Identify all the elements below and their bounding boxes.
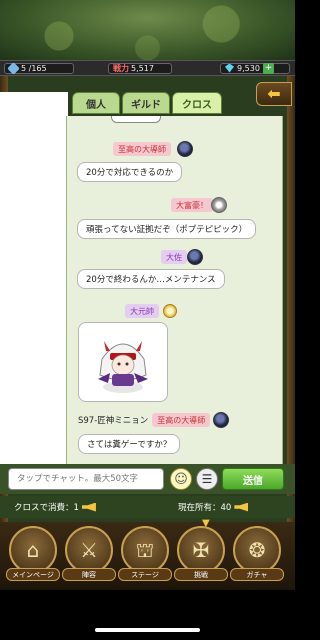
cost-owned-label: 現在所有：40 (178, 503, 232, 513)
sender-server-name: S97-匠神ミニョン (78, 416, 149, 426)
partial-sticker (111, 116, 161, 123)
tab-personal[interactable]: 個人 (72, 92, 120, 114)
chat-panel: 個人 ギルド クロス ⬅ 至高の大導師 20分で対応できるのか 大富豪！ 頑張っ… (0, 76, 295, 522)
nav-main-page[interactable]: ⌂ メインページ (6, 526, 60, 586)
sender-name: 大元帥 (125, 304, 159, 318)
gacha-orbs-icon: ❂ (248, 538, 266, 562)
chat-message: 頑張ってない証拠だぞ（ポプテピピック） (77, 219, 257, 239)
tab-cross[interactable]: クロス (172, 92, 222, 114)
nav-label: 陣容 (62, 568, 116, 581)
list-icon: ☰ (201, 472, 213, 486)
sender-row: S97-匠神ミニョン 至高の大導師 (78, 412, 230, 428)
sticker-image (78, 322, 168, 402)
stamina-value: 5 /165 (21, 63, 47, 73)
formation-icon: ⚔ (80, 538, 98, 562)
horn-icon (234, 502, 249, 512)
chibi-character-sticker (98, 341, 148, 393)
gem-stat: 9,530 + (220, 62, 290, 74)
send-button[interactable]: 送信 (222, 468, 284, 490)
add-gems-button[interactable]: + (262, 62, 274, 74)
sender-name: 大佐 (161, 250, 187, 264)
avatar[interactable] (211, 197, 227, 213)
back-arrow-icon: ⬅ (267, 84, 281, 103)
nav-label: メインページ (6, 568, 60, 581)
nav-formation[interactable]: ⚔ 陣容 (62, 526, 116, 586)
smiley-icon: ☺ (174, 471, 188, 487)
stamina-icon (7, 61, 20, 75)
nav-challenge[interactable]: ✠ 挑戦 (174, 526, 228, 586)
frame-right (287, 76, 295, 522)
nav-stage[interactable]: ⛫ ステージ (118, 526, 172, 586)
horn-icon (81, 502, 96, 512)
castle-icon: ⌂ (26, 538, 40, 562)
chat-message: 20分で対応できるのか (77, 162, 183, 182)
cost-owned: 現在所有：40 (178, 501, 249, 513)
shield-swords-icon: ✠ (192, 538, 210, 562)
gem-icon (225, 63, 234, 73)
fortress-icon: ⛫ (135, 538, 155, 562)
nav-label: ガチャ (230, 568, 284, 581)
nav-label: 挑戦 (174, 568, 228, 581)
cost-consume: クロスで消費：1 (14, 501, 96, 513)
chat-message: さては糞ゲーですか？ (78, 434, 181, 454)
cost-row: クロスで消費：1 現在所有：40 (0, 496, 295, 518)
chat-message: 20分で終わるんか…メンテナンス (77, 269, 225, 289)
sender-name: 至高の大導師 (152, 413, 211, 427)
power-stat: 戦力 5,517 (108, 62, 172, 74)
chat-input[interactable] (8, 468, 164, 490)
sender-name: 大富豪！ (171, 198, 213, 212)
avatar[interactable] (177, 141, 193, 157)
resource-bar: 5 /165 戦力 5,517 9,530 + (0, 60, 295, 76)
back-button[interactable]: ⬅ (256, 82, 292, 106)
avatar[interactable] (213, 412, 230, 428)
cost-consume-label: クロスで消費：1 (14, 503, 79, 513)
gem-value: 9,530 (237, 63, 260, 73)
sender-name: 至高の大導師 (113, 142, 171, 156)
avatar[interactable] (163, 304, 177, 318)
menu-button[interactable]: ☰ (196, 468, 218, 490)
home-indicator[interactable] (95, 628, 200, 632)
tab-guild[interactable]: ギルド (122, 92, 170, 114)
stamina-stat[interactable]: 5 /165 (4, 61, 74, 75)
nav-label: ステージ (118, 568, 172, 581)
power-label: 戦力 (113, 63, 129, 73)
nav-gacha[interactable]: ❂ ガチャ (230, 526, 284, 586)
power-value: 5,517 (131, 63, 154, 73)
redacted-column (0, 116, 68, 466)
top-banner (0, 0, 295, 60)
avatar[interactable] (187, 249, 203, 265)
emoji-button[interactable]: ☺ (170, 468, 192, 490)
